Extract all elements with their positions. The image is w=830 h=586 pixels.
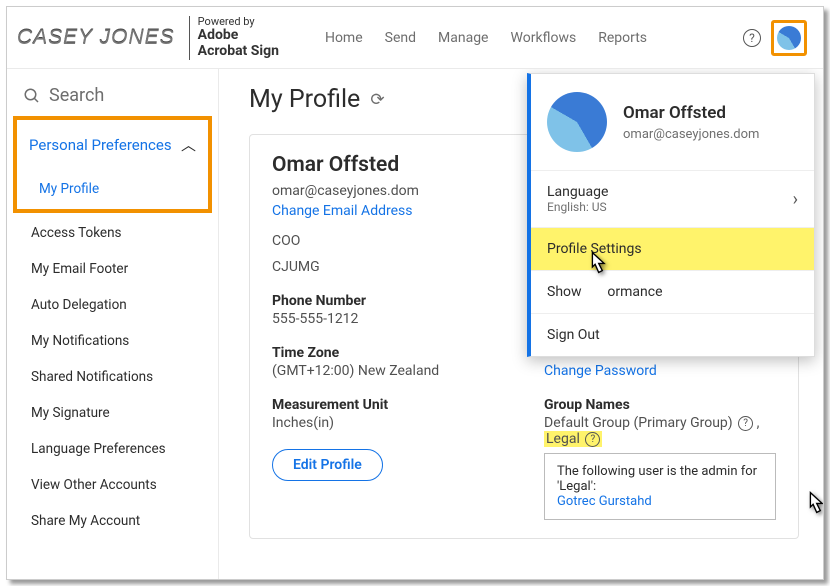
tooltip-admin-link[interactable]: Gotrec Gurstahd	[557, 494, 763, 509]
nav-send[interactable]: Send	[385, 30, 416, 46]
chevron-up-icon: ︿	[181, 134, 196, 155]
avatar-icon	[777, 26, 801, 50]
help-icon[interactable]: ?	[738, 416, 753, 431]
show-perf-b: ormance	[607, 284, 662, 300]
main-content: My Profile ⟳ Omar Offsted omar@caseyjone…	[219, 69, 823, 579]
sidebar: Search Personal Preferences ︿ My Profile…	[7, 69, 219, 579]
search-placeholder: Search	[49, 85, 104, 106]
powered-by: Powered by Adobe Acrobat Sign	[198, 16, 279, 59]
dropdown-show-performance[interactable]: ShowPerformance	[531, 270, 814, 313]
sidebar-item-my-signature[interactable]: My Signature	[7, 395, 218, 431]
profile-settings-label: Profile Settings	[547, 241, 642, 257]
brand-logo: CASEY JONES	[17, 26, 175, 50]
nav-home[interactable]: Home	[325, 30, 363, 46]
group-separator: ,	[757, 415, 760, 431]
groups-value: Default Group (Primary Group) ? , Legal …	[544, 415, 776, 447]
nav-reports[interactable]: Reports	[598, 30, 647, 46]
sidebar-item-shared-notifications[interactable]: Shared Notifications	[7, 359, 218, 395]
search-icon	[23, 87, 41, 105]
brand-line1: Adobe	[198, 28, 279, 43]
sidebar-item-auto-delegation[interactable]: Auto Delegation	[7, 287, 218, 323]
change-email-link[interactable]: Change Email Address	[272, 203, 504, 219]
avatar-button[interactable]	[771, 20, 807, 56]
sidebar-item-my-profile[interactable]: My Profile	[17, 169, 208, 209]
groups-label: Group Names	[544, 397, 776, 413]
top-right: ?	[743, 20, 807, 56]
avatar-icon	[547, 92, 607, 152]
vertical-divider	[189, 16, 190, 60]
sidebar-item-my-notifications[interactable]: My Notifications	[7, 323, 218, 359]
tz-label: Time Zone	[272, 345, 504, 361]
profile-name: Omar Offsted	[272, 153, 504, 177]
dropdown-name: Omar Offsted	[623, 103, 759, 123]
account-dropdown: Omar Offsted omar@caseyjones.dom Languag…	[527, 73, 815, 357]
dropdown-header: Omar Offsted omar@caseyjones.dom	[531, 74, 814, 170]
group-legal-highlight: Legal ?	[544, 431, 602, 447]
dropdown-language[interactable]: Language English: US ›	[531, 170, 814, 227]
cursor-pointer-icon	[799, 489, 823, 525]
mu-block: Measurement Unit Inches(in)	[272, 397, 504, 431]
dropdown-sign-out[interactable]: Sign Out	[531, 313, 814, 356]
sidebar-items: Access Tokens My Email Footer Auto Deleg…	[7, 215, 218, 539]
app-window: CASEY JONES Powered by Adobe Acrobat Sig…	[6, 6, 824, 580]
sidebar-section-personal-prefs[interactable]: Personal Preferences ︿	[13, 116, 212, 169]
dropdown-profile-settings[interactable]: Profile Settings	[531, 227, 814, 270]
profile-company: CJUMG	[272, 259, 504, 275]
phone-value: 555-555-1212	[272, 311, 504, 327]
chevron-right-icon: ›	[793, 189, 798, 210]
topbar: CASEY JONES Powered by Adobe Acrobat Sig…	[7, 7, 823, 69]
sidebar-item-email-footer[interactable]: My Email Footer	[7, 251, 218, 287]
nav-workflows[interactable]: Workflows	[511, 30, 577, 46]
body: Search Personal Preferences ︿ My Profile…	[7, 69, 823, 579]
sidebar-active-highlight: My Profile	[13, 169, 212, 213]
groups-block: Group Names Default Group (Primary Group…	[544, 397, 776, 520]
tooltip-text: The following user is the admin for 'Leg…	[557, 464, 763, 494]
page-title-text: My Profile	[249, 85, 360, 114]
help-icon[interactable]: ?	[743, 29, 761, 47]
sidebar-item-language-prefs[interactable]: Language Preferences	[7, 431, 218, 467]
change-password-link[interactable]: Change Password	[544, 363, 776, 379]
phone-block: Phone Number 555-555-1212	[272, 293, 504, 327]
lang-label: Language	[547, 184, 608, 200]
sidebar-item-view-other-accounts[interactable]: View Other Accounts	[7, 467, 218, 503]
nav-manage[interactable]: Manage	[438, 30, 488, 46]
group-default: Default Group (Primary Group)	[544, 415, 733, 431]
profile-col-left: Omar Offsted omar@caseyjones.dom Change …	[272, 153, 504, 520]
phone-label: Phone Number	[272, 293, 504, 309]
profile-email: omar@caseyjones.dom	[272, 183, 504, 199]
lang-value: English: US	[547, 200, 608, 214]
search-input[interactable]: Search	[7, 79, 218, 116]
tz-block: Time Zone (GMT+12:00) New Zealand	[272, 345, 504, 379]
tz-value: (GMT+12:00) New Zealand	[272, 363, 504, 379]
mu-value: Inches(in)	[272, 415, 504, 431]
dropdown-email: omar@caseyjones.dom	[623, 127, 759, 142]
sidebar-item-access-tokens[interactable]: Access Tokens	[7, 215, 218, 251]
brand-line2: Acrobat Sign	[198, 44, 279, 59]
mu-label: Measurement Unit	[272, 397, 504, 413]
help-icon[interactable]: ?	[585, 432, 600, 447]
refresh-icon[interactable]: ⟳	[370, 90, 384, 110]
top-nav: Home Send Manage Workflows Reports	[325, 30, 647, 46]
edit-profile-button[interactable]: Edit Profile	[272, 449, 383, 481]
show-perf-a: Show	[547, 284, 582, 300]
group-admin-tooltip: The following user is the admin for 'Leg…	[544, 453, 776, 520]
section-title: Personal Preferences	[29, 136, 172, 154]
profile-role: COO	[272, 233, 504, 249]
sidebar-item-share-my-account[interactable]: Share My Account	[7, 503, 218, 539]
group-legal: Legal	[546, 431, 580, 447]
